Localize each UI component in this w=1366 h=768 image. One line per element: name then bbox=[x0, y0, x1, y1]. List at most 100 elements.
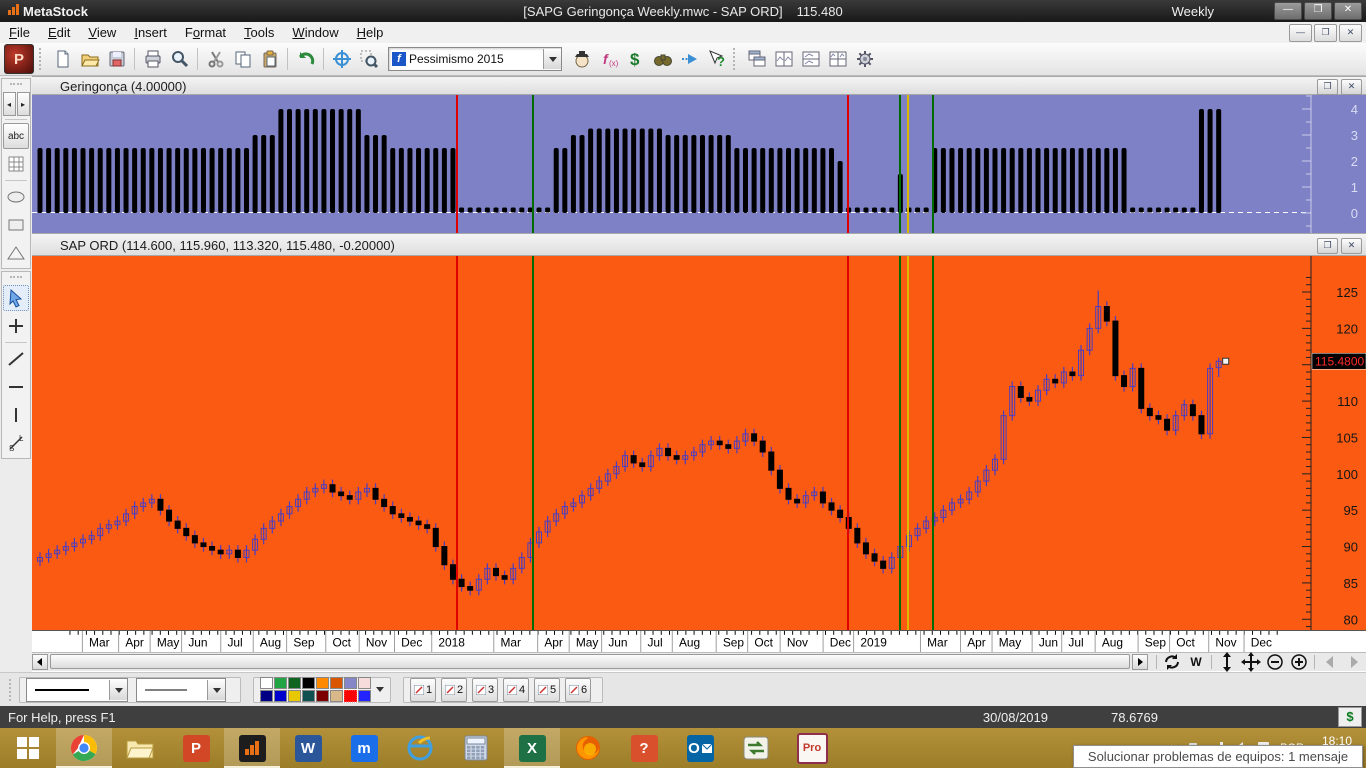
color-swatch[interactable] bbox=[330, 677, 343, 689]
pointer-tool[interactable] bbox=[3, 285, 29, 311]
indicator-panel-close-button[interactable]: ✕ bbox=[1341, 79, 1362, 95]
crosshair-button[interactable] bbox=[328, 46, 355, 73]
menu-window[interactable]: Window bbox=[283, 23, 347, 42]
previous-button[interactable] bbox=[1319, 654, 1341, 670]
menu-file[interactable]: File bbox=[0, 23, 39, 42]
horizontal-line-tool[interactable] bbox=[3, 374, 29, 400]
indicator-panel-restore-button[interactable]: ❐ bbox=[1317, 79, 1338, 95]
scroll-right-arrow[interactable] bbox=[1132, 654, 1148, 670]
close-button[interactable]: ✕ bbox=[1334, 2, 1362, 20]
taskbar-snagit-app[interactable] bbox=[728, 728, 784, 768]
taskbar-outlook-app[interactable]: O bbox=[672, 728, 728, 768]
semilog-trendline-tool[interactable]: SL bbox=[3, 430, 29, 456]
forecaster-button[interactable] bbox=[676, 46, 703, 73]
scrollbar-thumb[interactable] bbox=[50, 654, 1130, 669]
menu-format[interactable]: Format bbox=[176, 23, 235, 42]
taskbar-excel-app[interactable]: X bbox=[504, 728, 560, 768]
child-minimize-button[interactable]: — bbox=[1289, 24, 1312, 42]
rectangle-tool[interactable] bbox=[3, 212, 29, 238]
vertical-line-tool[interactable] bbox=[3, 402, 29, 428]
toolbar-grip[interactable] bbox=[733, 48, 740, 70]
price-panel-restore-button[interactable]: ❐ bbox=[1317, 238, 1338, 254]
color-swatch[interactable] bbox=[330, 690, 343, 702]
palette-grip[interactable] bbox=[10, 83, 22, 89]
copy-button[interactable] bbox=[229, 46, 256, 73]
taskbar-calculator-app[interactable] bbox=[448, 728, 504, 768]
child-restore-button[interactable]: ❐ bbox=[1314, 24, 1337, 42]
chart-template-button-6[interactable]: 6 bbox=[565, 678, 591, 702]
weekly-periodicity-button[interactable]: W bbox=[1185, 654, 1207, 670]
vertical-zoom-button[interactable] bbox=[1216, 654, 1238, 670]
color-swatch[interactable] bbox=[260, 677, 273, 689]
next-button[interactable] bbox=[1343, 654, 1365, 670]
text-tool[interactable]: abc bbox=[3, 123, 29, 149]
color-swatch[interactable] bbox=[274, 677, 287, 689]
triangle-tool[interactable] bbox=[3, 240, 29, 266]
toolbar-grip[interactable] bbox=[39, 48, 46, 70]
crosshair-tool[interactable] bbox=[3, 313, 29, 339]
taskbar-word-app[interactable]: W bbox=[280, 728, 336, 768]
color-palette-arrow[interactable] bbox=[376, 687, 384, 696]
taskbar-pro-app[interactable]: Pro bbox=[784, 728, 840, 768]
paste-button[interactable] bbox=[256, 46, 283, 73]
scroll-right-tool[interactable]: ▸ bbox=[17, 92, 30, 116]
tile-horizontal-button[interactable] bbox=[797, 46, 824, 73]
tile-vertical-button[interactable] bbox=[770, 46, 797, 73]
chart-template-button-3[interactable]: 3 bbox=[472, 678, 498, 702]
taskbar-firefox-app[interactable] bbox=[560, 728, 616, 768]
cut-button[interactable] bbox=[202, 46, 229, 73]
color-swatch[interactable] bbox=[358, 677, 371, 689]
ellipse-tool[interactable] bbox=[3, 184, 29, 210]
explorer-button[interactable] bbox=[568, 46, 595, 73]
color-swatch[interactable] bbox=[358, 690, 371, 702]
undo-button[interactable] bbox=[292, 46, 319, 73]
indicator-quicklist-combo[interactable]: f Pessimismo 2015 bbox=[388, 47, 562, 71]
zoom-out-button[interactable] bbox=[1264, 654, 1286, 670]
taskbar-powerpoint-app[interactable]: P bbox=[168, 728, 224, 768]
scroll-left-arrow[interactable] bbox=[32, 654, 48, 670]
line-style-combo-arrow[interactable] bbox=[109, 680, 127, 700]
taskbar-maxthon-app[interactable]: m bbox=[336, 728, 392, 768]
taskbar-start-button[interactable] bbox=[0, 728, 56, 768]
context-help-button[interactable]: ? bbox=[703, 46, 730, 73]
zoom-in-button[interactable] bbox=[1288, 654, 1310, 670]
zoom-button[interactable] bbox=[166, 46, 193, 73]
chart-template-button-4[interactable]: 4 bbox=[503, 678, 529, 702]
print-button[interactable] bbox=[139, 46, 166, 73]
line-weight-combo-arrow[interactable] bbox=[207, 680, 225, 700]
color-swatch[interactable] bbox=[274, 690, 287, 702]
menu-view[interactable]: View bbox=[79, 23, 125, 42]
color-swatch[interactable] bbox=[288, 677, 301, 689]
menu-tools[interactable]: Tools bbox=[235, 23, 283, 42]
menu-insert[interactable]: Insert bbox=[125, 23, 176, 42]
child-close-button[interactable]: ✕ bbox=[1339, 24, 1362, 42]
color-swatch[interactable] bbox=[316, 690, 329, 702]
color-swatch[interactable] bbox=[344, 690, 357, 702]
new-chart-button[interactable] bbox=[49, 46, 76, 73]
line-style-combo[interactable] bbox=[26, 678, 128, 702]
color-swatch[interactable] bbox=[316, 677, 329, 689]
menu-edit[interactable]: Edit bbox=[39, 23, 79, 42]
cascade-windows-button[interactable] bbox=[743, 46, 770, 73]
chart-template-button-2[interactable]: 2 bbox=[441, 678, 467, 702]
grid-tool[interactable] bbox=[3, 151, 29, 177]
indicator-builder-button[interactable]: f(x) bbox=[595, 46, 622, 73]
color-swatch[interactable] bbox=[302, 690, 315, 702]
save-button[interactable] bbox=[103, 46, 130, 73]
chart-template-button-5[interactable]: 5 bbox=[534, 678, 560, 702]
chart-template-button-1[interactable]: 1 bbox=[410, 678, 436, 702]
taskbar-metastock-app[interactable] bbox=[224, 728, 280, 768]
color-swatch[interactable] bbox=[344, 677, 357, 689]
pan-button[interactable] bbox=[1240, 654, 1262, 670]
taskbar-ie-app[interactable] bbox=[392, 728, 448, 768]
color-swatch[interactable] bbox=[288, 690, 301, 702]
scroll-left-tool[interactable]: ◂ bbox=[3, 92, 16, 116]
options-button[interactable] bbox=[851, 46, 878, 73]
color-swatch[interactable] bbox=[302, 677, 315, 689]
line-weight-combo[interactable] bbox=[136, 678, 226, 702]
minimize-button[interactable]: — bbox=[1274, 2, 1302, 20]
scan-button[interactable] bbox=[649, 46, 676, 73]
trendline-tool[interactable] bbox=[3, 346, 29, 372]
expert-advisor-button[interactable]: $ bbox=[622, 46, 649, 73]
taskbar-chrome-app[interactable] bbox=[56, 728, 112, 768]
